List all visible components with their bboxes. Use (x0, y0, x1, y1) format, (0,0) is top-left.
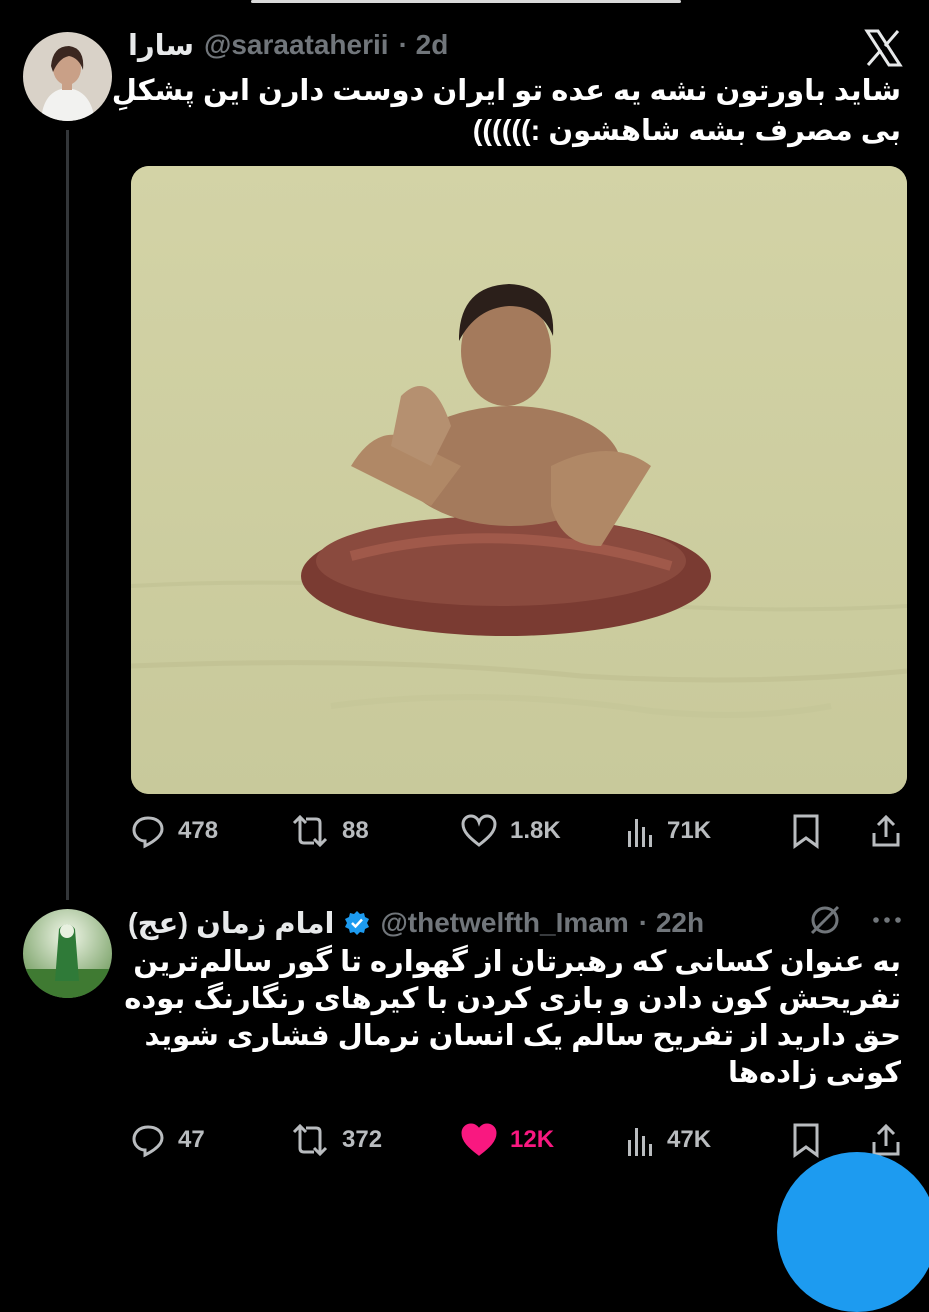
timestamp[interactable]: · 22h (639, 907, 704, 939)
avatar[interactable] (23, 32, 112, 121)
views-icon (628, 1128, 652, 1156)
display-name[interactable]: امام زمان (عج) (128, 906, 334, 941)
reply-button[interactable]: 478 (130, 809, 218, 853)
reply-icon (132, 1125, 164, 1158)
repost-count: 372 (342, 1126, 383, 1153)
verified-icon (345, 911, 370, 935)
tweet-text: به عنوان کسانی که رهبرتان از گهواره تا گ… (124, 946, 901, 1089)
tweet-media-image[interactable] (131, 166, 907, 794)
tweet-actions: 47 372 12K 47K (130, 1118, 910, 1162)
like-icon (461, 1123, 497, 1156)
x-logo-icon (864, 29, 903, 67)
bookmark-button[interactable] (790, 809, 822, 853)
tweet-actions: 478 88 1.8K 71K (130, 809, 910, 853)
like-icon (461, 814, 497, 847)
display-name[interactable]: سارا (128, 28, 194, 63)
share-button[interactable] (870, 809, 902, 853)
repost-button[interactable]: 372 (290, 1118, 382, 1162)
like-count: 1.8K (510, 817, 561, 844)
like-button[interactable]: 1.8K (460, 809, 561, 853)
tweet-header: امام زمان (عج) @thetwelfth_Imam · 22h (128, 903, 704, 943)
handle[interactable]: @saraataherii (204, 29, 389, 61)
reply-count: 47 (178, 1126, 205, 1153)
reply-icon (132, 816, 164, 849)
share-icon (872, 1123, 900, 1156)
repost-icon (292, 1123, 328, 1157)
more-icon[interactable] (870, 903, 904, 937)
grok-icon[interactable] (808, 903, 842, 937)
repost-icon (292, 814, 328, 848)
views-count: 71K (667, 817, 712, 844)
views-icon (628, 819, 652, 847)
like-button[interactable]: 12K (460, 1118, 554, 1162)
thread-line (66, 130, 69, 900)
handle[interactable]: @thetwelfth_Imam (380, 907, 628, 939)
bookmark-icon (793, 814, 819, 849)
tweet-2[interactable]: امام زمان (عج) @thetwelfth_Imam · 22h به… (0, 880, 929, 1200)
reply-count: 478 (178, 817, 219, 844)
bookmark-button[interactable] (790, 1118, 822, 1162)
timestamp[interactable]: · 2d (399, 29, 449, 61)
tweet-header: سارا @saraataherii · 2d (128, 25, 448, 65)
avatar[interactable] (23, 909, 112, 998)
repost-count: 88 (342, 817, 369, 844)
tweet-text: شاید باورتون نشه یه عده تو ایران دوست دا… (111, 75, 901, 147)
tweet-header-actions (808, 903, 904, 937)
views-button[interactable]: 71K (625, 809, 711, 853)
reply-button[interactable]: 47 (130, 1118, 205, 1162)
like-count: 12K (510, 1126, 555, 1153)
views-button[interactable]: 47K (625, 1118, 711, 1162)
tweet-1[interactable]: سارا @saraataherii · 2d شاید باورتون نشه… (0, 0, 929, 900)
share-icon (872, 814, 900, 847)
repost-button[interactable]: 88 (290, 809, 369, 853)
bookmark-icon (793, 1123, 819, 1158)
views-count: 47K (667, 1126, 712, 1153)
compose-fab-button[interactable] (777, 1152, 929, 1312)
